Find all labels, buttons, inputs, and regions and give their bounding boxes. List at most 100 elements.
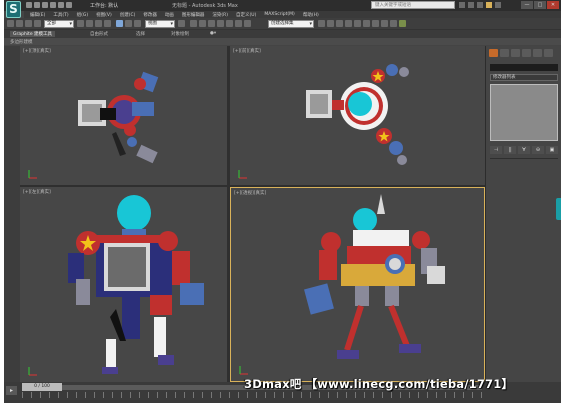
- tab-freeform[interactable]: 自由形式: [90, 31, 108, 37]
- configure-modifier-sets-button[interactable]: ▣: [546, 146, 558, 154]
- hierarchy-panel-icon[interactable]: [511, 49, 520, 57]
- link-icon[interactable]: [25, 20, 32, 27]
- open-file-icon[interactable]: [34, 2, 40, 8]
- display-panel-icon[interactable]: [533, 49, 542, 57]
- render-setup-icon[interactable]: [381, 20, 388, 27]
- ribbon-subbar: 多边形建模: [4, 38, 561, 45]
- menu-edit[interactable]: 编辑(E): [30, 12, 45, 18]
- minimize-button[interactable]: —: [521, 1, 533, 9]
- communication-center-icon[interactable]: [477, 2, 483, 8]
- ribbon-toggle-icon[interactable]: ●▾: [210, 31, 216, 36]
- modifier-stack[interactable]: [490, 84, 558, 141]
- menu-create[interactable]: 创建(C): [120, 12, 136, 18]
- viewport-front[interactable]: [+][前][真实]: [230, 46, 485, 185]
- render-production-icon[interactable]: [399, 20, 406, 27]
- object-name-field[interactable]: [490, 64, 558, 71]
- select-by-name-icon[interactable]: [86, 20, 93, 27]
- viewport-perspective[interactable]: [+][透视][真实]: [230, 187, 485, 382]
- select-object-icon[interactable]: [77, 20, 84, 27]
- window-crossing-icon[interactable]: [104, 20, 111, 27]
- tab-selection[interactable]: 选择: [136, 31, 145, 37]
- scale-icon[interactable]: [134, 20, 141, 27]
- viewport-left[interactable]: [+][左][真实]: [20, 187, 227, 382]
- modify-panel-icon[interactable]: [500, 49, 509, 57]
- rotate-icon[interactable]: [125, 20, 132, 27]
- viewport-front-label[interactable]: [+][前][真实]: [233, 48, 261, 54]
- select-manipulate-icon[interactable]: [190, 20, 197, 27]
- search-input[interactable]: [371, 1, 455, 9]
- spinner-snap-icon[interactable]: [235, 20, 242, 27]
- menu-customize[interactable]: 自定义(U): [236, 12, 256, 18]
- mirror-icon[interactable]: [318, 20, 325, 27]
- track-bar[interactable]: [22, 392, 482, 398]
- app-logo-button[interactable]: S: [6, 1, 21, 18]
- remove-modifier-button[interactable]: ⊖: [532, 146, 544, 154]
- reference-coordinate-dropdown[interactable]: 视图: [145, 20, 175, 28]
- menu-views[interactable]: 视图(V): [96, 12, 112, 18]
- subscription-icon[interactable]: [468, 2, 474, 8]
- viewport-top-label[interactable]: [+][顶][真实]: [23, 48, 51, 54]
- search-icon[interactable]: [459, 2, 465, 8]
- maximize-button[interactable]: □: [534, 1, 546, 9]
- angle-snap-icon[interactable]: [217, 20, 224, 27]
- create-panel-icon[interactable]: [489, 49, 498, 57]
- selection-filter-dropdown[interactable]: 全部: [44, 20, 74, 28]
- viewport-top[interactable]: [+][顶][真实]: [20, 46, 227, 185]
- align-icon[interactable]: [327, 20, 334, 27]
- window-title: 无标题 - Autodesk 3ds Max: [172, 3, 238, 9]
- pin-stack-button[interactable]: ⊣: [490, 146, 502, 154]
- pivot-center-icon[interactable]: [178, 20, 185, 27]
- menu-modifiers[interactable]: 修改器: [143, 12, 157, 18]
- menu-group[interactable]: 组(G): [77, 12, 89, 18]
- app-window: 工作台: 默认 无标题 - Autodesk 3ds Max — □ ✕ S 编…: [4, 0, 561, 403]
- close-button[interactable]: ✕: [547, 1, 559, 9]
- command-panel: 修改器列表 ⊣ || ∀ ⊖ ▣: [485, 46, 561, 382]
- redo-tool-icon[interactable]: [16, 20, 23, 27]
- motion-panel-icon[interactable]: [522, 49, 531, 57]
- named-selection-dropdown[interactable]: 创建选择集: [268, 20, 314, 28]
- graphite-toggle-icon[interactable]: [345, 20, 352, 27]
- redo-icon[interactable]: [58, 2, 64, 8]
- curve-editor-icon[interactable]: [354, 20, 361, 27]
- tab-graphite-modeling[interactable]: Graphite 建模工具: [10, 31, 56, 37]
- modifier-list-dropdown[interactable]: 修改器列表: [490, 74, 558, 81]
- menu-rendering[interactable]: 渲染(R): [212, 12, 228, 18]
- schematic-view-icon[interactable]: [363, 20, 370, 27]
- keyboard-shortcut-icon[interactable]: [199, 20, 206, 27]
- favorites-icon[interactable]: [486, 2, 492, 8]
- time-slider[interactable]: 0 / 100: [22, 383, 62, 391]
- ribbon-tabs: Graphite 建模工具 自由形式 选择 对象绘制 ●▾: [4, 30, 561, 38]
- show-end-result-button[interactable]: ||: [504, 146, 516, 154]
- layer-manager-icon[interactable]: [336, 20, 343, 27]
- new-file-icon[interactable]: [26, 2, 32, 8]
- save-file-icon[interactable]: [42, 2, 48, 8]
- undo-tool-icon[interactable]: [7, 20, 14, 27]
- material-editor-icon[interactable]: [372, 20, 379, 27]
- scroll-handle[interactable]: [556, 198, 561, 220]
- workspace-label[interactable]: 工作台: 默认: [90, 2, 118, 9]
- unlink-icon[interactable]: [34, 20, 41, 27]
- robot-top-view: [78, 71, 159, 164]
- project-folder-icon[interactable]: [66, 2, 72, 8]
- tab-object-paint[interactable]: 对象绘制: [171, 31, 189, 37]
- edit-named-selection-icon[interactable]: [244, 20, 251, 27]
- percent-snap-icon[interactable]: [226, 20, 233, 27]
- menu-maxscript[interactable]: MAXScript(M): [264, 12, 295, 17]
- make-unique-button[interactable]: ∀: [518, 146, 530, 154]
- utilities-panel-icon[interactable]: [544, 49, 553, 57]
- maxscript-listener-button[interactable]: ▸: [6, 386, 17, 395]
- region-select-icon[interactable]: [95, 20, 102, 27]
- menu-tools[interactable]: 工具(T): [53, 12, 68, 18]
- stack-button-row: ⊣ || ∀ ⊖ ▣: [490, 146, 558, 154]
- menu-animation[interactable]: 动画: [165, 12, 174, 18]
- menu-help[interactable]: 帮助(H): [303, 12, 319, 18]
- polygon-modeling-label[interactable]: 多边形建模: [10, 39, 33, 45]
- viewport-left-label[interactable]: [+][左][真实]: [23, 189, 51, 195]
- help-icon[interactable]: [495, 2, 501, 8]
- viewport-perspective-label[interactable]: [+][透视][真实]: [234, 190, 266, 196]
- move-icon[interactable]: [116, 20, 123, 27]
- undo-icon[interactable]: [50, 2, 56, 8]
- snaps-toggle-icon[interactable]: [208, 20, 215, 27]
- menu-graph-editors[interactable]: 图形编辑器: [182, 12, 205, 18]
- rendered-frame-icon[interactable]: [390, 20, 397, 27]
